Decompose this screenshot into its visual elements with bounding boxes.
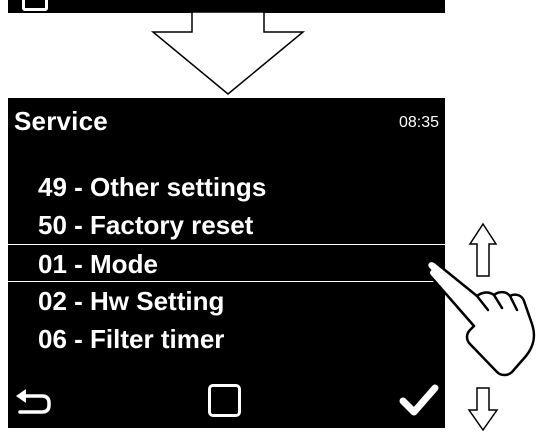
hand-pointer-icon [425,259,536,377]
page-title: Service [14,106,108,136]
return-arrow-icon[interactable] [14,386,54,418]
menu-item-06-filter-timer[interactable]: 06 - Filter timer [8,320,445,358]
transition-down-arrow-icon [150,11,306,95]
home-square-button[interactable] [208,384,241,417]
menu-item-49-other-settings[interactable]: 49 - Other settings [8,168,445,206]
checkmark-icon[interactable] [399,382,439,418]
square-icon [22,0,48,11]
menu-item-50-factory-reset[interactable]: 50 - Factory reset [8,206,445,244]
service-screen: Service 08:35 49 - Other settings 50 - F… [8,98,445,428]
clock: 08:35 [398,114,439,131]
screen-footer [8,378,445,428]
menu-item-02-hw-setting[interactable]: 02 - Hw Setting [8,282,445,320]
down-arrow-icon [467,387,499,432]
menu-item-01-mode-selected[interactable]: 01 - Mode [8,244,445,282]
square-icon [208,384,241,417]
instruction-illustration: Service 08:35 49 - Other settings 50 - F… [0,0,537,433]
service-menu-list: 49 - Other settings 50 - Factory reset 0… [8,168,445,358]
